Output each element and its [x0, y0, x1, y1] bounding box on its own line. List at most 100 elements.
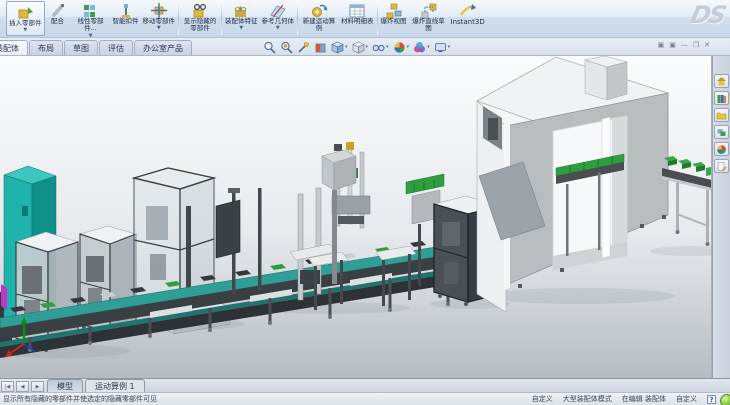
new-motion-study-button[interactable]: 新建运动算例	[299, 0, 339, 37]
status-editing-assembly: 在编辑 装配体	[622, 394, 666, 404]
instant3d-button[interactable]: Instant3D	[449, 0, 487, 37]
dropdown-arrow-icon[interactable]: ▾	[345, 44, 348, 50]
show-hidden-components-icon	[191, 2, 209, 18]
magenta-accent-panel[interactable]	[1, 284, 7, 310]
model-motion-tab-bar: |◀ ◀ ▶ 模型 运动算例 1	[0, 378, 730, 392]
button-label: Instant3D	[451, 18, 485, 26]
tab-sketch[interactable]: 草图	[64, 40, 98, 55]
smart-fasteners-icon	[117, 2, 135, 18]
assembly-3d-scene[interactable]	[0, 56, 712, 378]
exploded-view-button[interactable]: 爆炸视图	[379, 0, 409, 37]
document-window-controls: ▣ ▣ — ❐ ✕	[658, 40, 710, 50]
mate-icon	[49, 2, 67, 18]
custom-properties-icon[interactable]	[714, 159, 729, 173]
dassault-systemes-logo: DS	[688, 1, 727, 29]
tab-model[interactable]: 模型	[47, 379, 83, 392]
button-label: 移动零部件	[143, 18, 176, 25]
linear-component-pattern-button[interactable]: 线性零部件... ▼	[71, 0, 111, 37]
toolbar-separator	[221, 2, 222, 35]
dropdown-arrow-icon[interactable]: ▼	[157, 26, 161, 31]
button-label: 材料明细表	[341, 18, 374, 25]
smart-fasteners-button[interactable]: 智能扣件	[111, 0, 141, 37]
tab-evaluate[interactable]: 评估	[99, 40, 133, 55]
help-icon[interactable]: ?	[707, 395, 716, 404]
graphics-area[interactable]	[0, 56, 712, 378]
zoom-fit-icon[interactable]	[262, 41, 277, 54]
dropdown-arrow-icon[interactable]: ▾	[386, 44, 389, 50]
status-message: 显示所有隐藏的零部件并使选定的隐藏零部件可见	[3, 394, 157, 404]
move-component-button[interactable]: 移动零部件 ▼	[141, 0, 178, 37]
reference-geometry-button[interactable]: 参考几何体 ▼	[260, 0, 297, 37]
status-bar: 显示所有隐藏的零部件并使选定的隐藏零部件可见 自定义 大型装配体模式 在编辑 装…	[0, 392, 730, 405]
tab-assembly[interactable]: 装配体	[0, 40, 28, 55]
window-icon[interactable]: ▣	[658, 40, 665, 50]
solidworks-resources-icon[interactable]	[714, 74, 729, 88]
button-label: 爆炸直线草图	[411, 18, 447, 33]
edit-appearance-icon[interactable]: ▾	[392, 41, 411, 54]
design-library-icon[interactable]	[714, 91, 729, 105]
hide-show-items-icon[interactable]: ▾	[371, 41, 390, 54]
small-dark-housing[interactable]	[216, 200, 240, 258]
toolbar-separator	[178, 2, 179, 35]
button-label: 显示隐藏的零部件	[182, 18, 218, 33]
dropdown-arrow-icon[interactable]: ▾	[448, 44, 451, 50]
dropdown-arrow-icon[interactable]: ▼	[23, 28, 27, 33]
button-label: 参考几何体	[262, 18, 295, 25]
roof-box[interactable]	[585, 56, 627, 100]
status-custom-2[interactable]: 自定义	[676, 394, 697, 404]
button-label: 线性零部件...	[73, 18, 109, 33]
dropdown-arrow-icon[interactable]: ▾	[407, 44, 410, 50]
tab-scroll-left-button[interactable]: ◀	[16, 381, 29, 392]
explode-line-sketch-button[interactable]: 爆炸直线草图	[409, 0, 449, 37]
dropdown-arrow-icon[interactable]: ▾	[427, 44, 430, 50]
tab-scroll-right-button[interactable]: ▶	[31, 381, 44, 392]
machine-door[interactable]	[553, 116, 627, 270]
dropdown-arrow-icon[interactable]: ▾	[366, 44, 369, 50]
tab-office-products[interactable]: 办公室产品	[134, 40, 192, 55]
status-large-assembly-mode: 大型装配体模式	[563, 394, 612, 404]
reference-geometry-icon	[269, 2, 287, 18]
explode-line-sketch-icon	[420, 2, 438, 18]
bill-of-materials-icon	[348, 2, 366, 18]
toolbar-separator	[377, 2, 378, 35]
clipped-button-icon	[0, 2, 2, 18]
task-pane-strip	[712, 56, 730, 378]
move-component-icon	[150, 2, 168, 18]
tab-layout[interactable]: 布局	[29, 40, 63, 55]
zoom-to-selection-icon[interactable]	[296, 41, 311, 54]
tab-motion-study-1[interactable]: 运动算例 1	[85, 379, 145, 392]
new-motion-study-icon	[310, 2, 328, 18]
toolbar-separator	[297, 2, 298, 35]
mate-button[interactable]: 配合	[45, 0, 71, 37]
view-palette-icon[interactable]	[714, 125, 729, 139]
apply-scene-icon[interactable]: ▾	[412, 41, 431, 54]
display-style-icon[interactable]: ▾	[351, 41, 370, 54]
button-label: 智能扣件	[113, 18, 139, 25]
view-orientation-icon[interactable]: ▾	[330, 41, 349, 54]
assembly-features-button[interactable]: 装配体特征 ▼	[223, 0, 260, 37]
linear-pattern-icon	[82, 2, 100, 18]
instant3d-icon	[459, 2, 477, 18]
section-view-icon[interactable]	[313, 41, 328, 54]
tab-scroll-first-button[interactable]: |◀	[1, 381, 14, 392]
heads-up-view-toolbar: ▾ ▾ ▾ ▾ ▾ ▾	[262, 39, 451, 55]
appearances-scenes-icon[interactable]	[714, 142, 729, 156]
close-icon[interactable]: ✕	[704, 40, 710, 50]
command-manager-toolbar: 插入零部件 ▼ 配合 线性零部件... ▼ 智能扣件 移动零部件 ▼ 显示隐藏的…	[0, 0, 730, 38]
insert-components-button[interactable]: 插入零部件 ▼	[6, 1, 45, 36]
dropdown-arrow-icon[interactable]: ▼	[239, 26, 243, 31]
window-icon[interactable]: ▣	[669, 40, 676, 50]
dropdown-arrow-icon[interactable]: ▼	[276, 26, 280, 31]
restore-icon[interactable]: ❐	[693, 40, 699, 50]
bill-of-materials-button[interactable]: 材料明细表	[339, 0, 376, 37]
zoom-area-icon[interactable]	[279, 41, 294, 54]
exploded-view-icon	[385, 2, 403, 18]
button-label: 装配体特征	[225, 18, 258, 25]
view-settings-icon[interactable]: ▾	[433, 41, 452, 54]
show-hidden-components-button[interactable]: 显示隐藏的零部件	[180, 0, 220, 37]
button-label: 爆炸视图	[381, 18, 407, 25]
quick-tips-button[interactable]	[720, 394, 730, 405]
status-custom: 自定义	[532, 394, 553, 404]
file-explorer-icon[interactable]	[714, 108, 729, 122]
minimize-icon[interactable]: —	[681, 40, 688, 50]
